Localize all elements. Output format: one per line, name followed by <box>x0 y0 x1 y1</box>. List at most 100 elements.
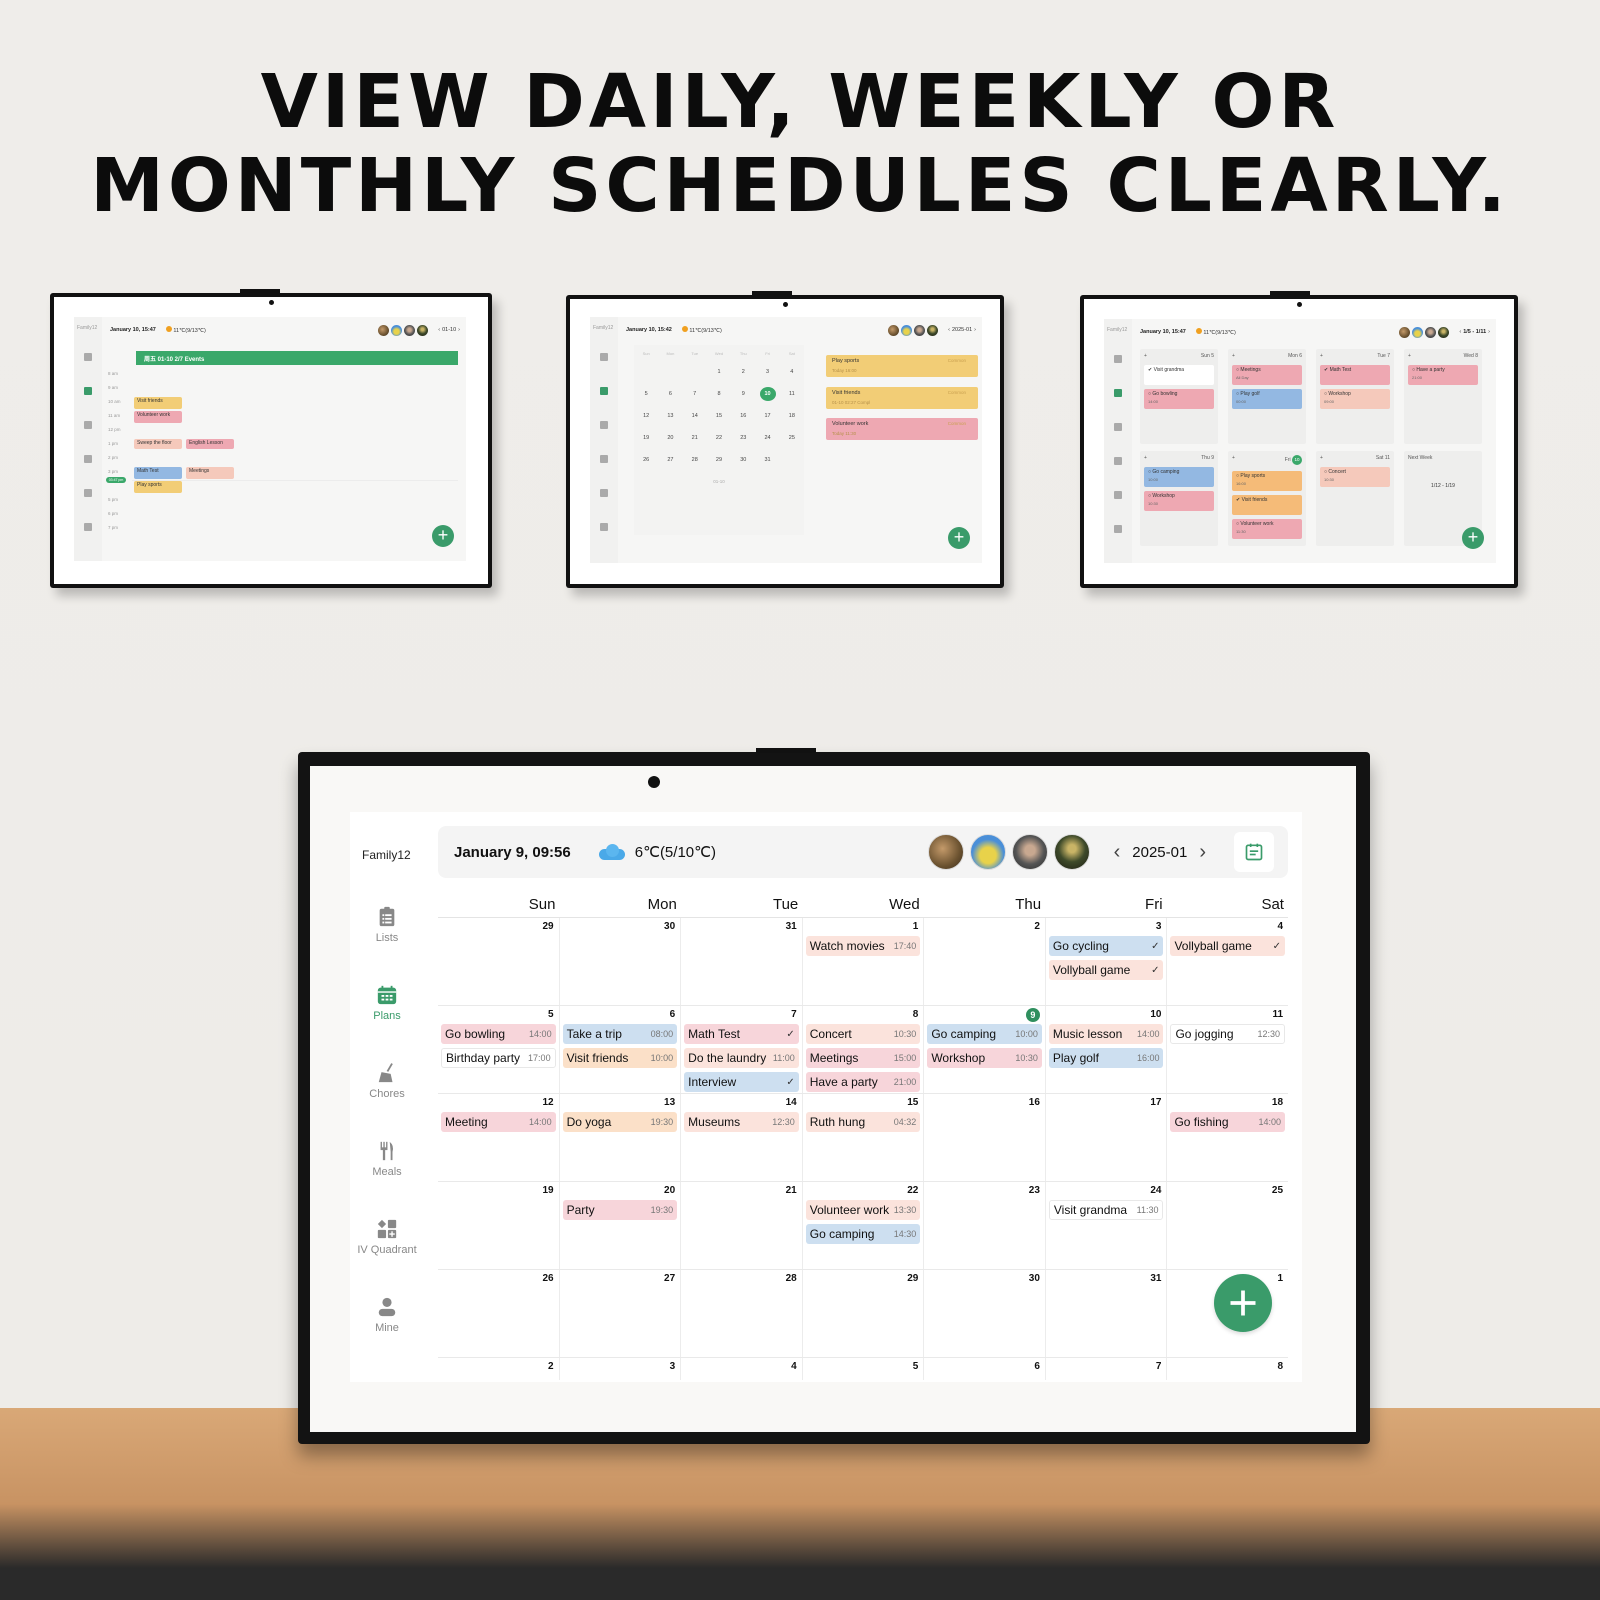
add-icon[interactable]: + <box>1320 455 1323 461</box>
add-icon[interactable]: + <box>1232 455 1235 465</box>
quadrant-icon[interactable] <box>84 489 92 497</box>
mini-day[interactable]: 28 <box>687 457 703 463</box>
clipboard-list-icon[interactable] <box>84 353 92 361</box>
day-cell[interactable]: 30 <box>924 1270 1046 1357</box>
event-chip[interactable]: Visit friends 10:00 <box>562 1048 678 1068</box>
event-chip[interactable]: Go camping 10:00 <box>927 1024 1042 1044</box>
event-chip[interactable]: Math Test ✓ <box>684 1024 799 1044</box>
day-cell[interactable]: 31 <box>681 918 803 1005</box>
mini-day[interactable]: 10 <box>759 387 776 401</box>
day-cell[interactable]: 10 Music lesson 14:00 Play golf 16:00 <box>1045 1006 1168 1093</box>
avatar[interactable] <box>404 324 416 336</box>
avatar[interactable] <box>1412 326 1424 338</box>
day-cell[interactable]: 6 <box>924 1358 1046 1380</box>
mini-day[interactable]: 29 <box>711 457 727 463</box>
event-chip[interactable]: Meetings <box>186 467 234 479</box>
chevron-right-icon[interactable]: › <box>1199 841 1206 863</box>
add-button[interactable]: + <box>948 527 970 549</box>
day-cell[interactable]: 30 <box>559 918 682 1005</box>
next-icon[interactable]: › <box>974 327 976 333</box>
avatar[interactable] <box>378 324 390 336</box>
add-event-button[interactable] <box>1214 1274 1272 1332</box>
task-item[interactable]: ○ Go bowling 14:00 <box>1144 389 1214 409</box>
prev-icon[interactable]: ‹ <box>438 327 440 333</box>
mini-day[interactable]: 11 <box>784 391 800 397</box>
avatar[interactable] <box>417 324 429 336</box>
event-chip[interactable]: Interview ✓ <box>684 1072 799 1092</box>
calendar-icon[interactable] <box>600 387 608 395</box>
avatar[interactable] <box>927 324 939 336</box>
day-cell[interactable]: 2 <box>438 1358 560 1380</box>
event-chip[interactable]: Have a party 21:00 <box>805 1072 921 1092</box>
mini-day[interactable]: 13 <box>662 413 678 419</box>
day-cell[interactable]: 18 Go fishing 14:00 <box>1167 1094 1288 1181</box>
view-toggle-button[interactable] <box>1234 832 1274 872</box>
day-cell[interactable]: 9 Go camping 10:00 Workshop 10:30 <box>924 1006 1046 1093</box>
day-cell[interactable]: 29 <box>438 918 560 1005</box>
mini-day[interactable]: 6 <box>662 391 678 397</box>
event-chip[interactable]: Play sports <box>134 481 182 493</box>
mini-day[interactable]: 22 <box>711 435 727 441</box>
day-cell[interactable]: 29 <box>802 1270 925 1357</box>
mini-day[interactable]: 5 <box>638 391 654 397</box>
event-chip[interactable]: Meetings 15:00 <box>805 1048 921 1068</box>
event-chip[interactable]: Play golf 16:00 <box>1048 1048 1164 1068</box>
user-icon[interactable] <box>600 523 608 531</box>
day-cell[interactable]: 8 Concert 10:30 Meetings 15:00 Have a party 21… <box>802 1006 925 1093</box>
calendar-icon[interactable] <box>84 387 92 395</box>
event-chip[interactable]: Workshop 10:30 <box>927 1048 1042 1068</box>
day-cell[interactable]: 5 <box>802 1358 925 1380</box>
avatar[interactable] <box>914 324 926 336</box>
avatar[interactable] <box>1399 326 1411 338</box>
sidebar-item-iv-quadrant[interactable]: IV Quadrant <box>350 1218 424 1256</box>
event-chip[interactable]: Volunteer work <box>134 411 182 423</box>
day-cell[interactable]: 12 Meeting 14:00 <box>438 1094 560 1181</box>
selected-date-label[interactable]: 01-10 <box>634 479 804 484</box>
user-icon[interactable] <box>84 523 92 531</box>
event-chip[interactable]: Concert 10:30 <box>805 1024 921 1044</box>
prev-icon[interactable]: ‹ <box>948 327 950 333</box>
avatar[interactable] <box>1011 834 1048 870</box>
event-chip[interactable]: Go cycling ✓ <box>1048 936 1164 956</box>
mini-day[interactable]: 14 <box>687 413 703 419</box>
day-cell[interactable]: 27 <box>559 1270 682 1357</box>
event-chip[interactable]: Vollyball game ✓ <box>1048 960 1164 980</box>
mini-day[interactable]: 2 <box>735 369 751 375</box>
day-cell[interactable]: 17 <box>1045 1094 1168 1181</box>
day-cell[interactable]: 15 Ruth hung 04:32 <box>802 1094 925 1181</box>
mini-day[interactable]: 23 <box>735 435 751 441</box>
event-chip[interactable]: Take a trip 08:00 <box>562 1024 678 1044</box>
event-chip[interactable]: Go bowling 14:00 <box>441 1024 556 1044</box>
mini-day[interactable]: 24 <box>760 435 776 441</box>
task-item[interactable]: ○ Workshop 10:30 <box>1144 491 1214 511</box>
day-cell[interactable]: 21 <box>681 1182 803 1269</box>
event-chip[interactable]: Go jogging 12:30 <box>1170 1024 1286 1044</box>
task-item[interactable]: ○ Have a party 21:00 <box>1408 365 1478 385</box>
add-icon[interactable]: + <box>1232 353 1235 359</box>
event-chip[interactable]: Go fishing 14:00 <box>1170 1112 1286 1132</box>
day-cell[interactable]: 7 Math Test ✓ Do the laundry 11:00 Interview ✓ <box>681 1006 803 1093</box>
day-cell[interactable]: 4 Vollyball game ✓ <box>1167 918 1288 1005</box>
day-cell[interactable]: 5 Go bowling 14:00 Birthday party 17:00 <box>438 1006 560 1093</box>
event-chip[interactable]: Sweep the floor <box>134 439 182 449</box>
calendar-icon[interactable] <box>1114 389 1122 397</box>
avatar[interactable] <box>927 834 964 870</box>
mini-day[interactable]: 26 <box>638 457 654 463</box>
day-cell[interactable]: 1 Watch movies 17:40 <box>802 918 925 1005</box>
avatar[interactable] <box>969 834 1006 870</box>
add-icon[interactable]: + <box>1144 353 1147 359</box>
mini-day[interactable]: 30 <box>735 457 751 463</box>
avatar[interactable] <box>901 324 913 336</box>
add-icon[interactable]: + <box>1408 353 1411 359</box>
task-item[interactable]: ○ Play golf 00:00 <box>1232 389 1302 409</box>
avatar[interactable] <box>888 324 900 336</box>
avatar[interactable] <box>1425 326 1437 338</box>
event-chip[interactable]: Meeting 14:00 <box>441 1112 556 1132</box>
mini-day[interactable]: 31 <box>760 457 776 463</box>
list-item[interactable]: Visit friends Common 01-10 02:27 Compl <box>826 387 978 409</box>
mini-day[interactable]: 8 <box>711 391 727 397</box>
fork-knife-icon[interactable] <box>600 455 608 463</box>
broom-icon[interactable] <box>1114 423 1122 431</box>
event-chip[interactable]: Museums 12:30 <box>684 1112 799 1132</box>
mini-day[interactable]: 20 <box>662 435 678 441</box>
